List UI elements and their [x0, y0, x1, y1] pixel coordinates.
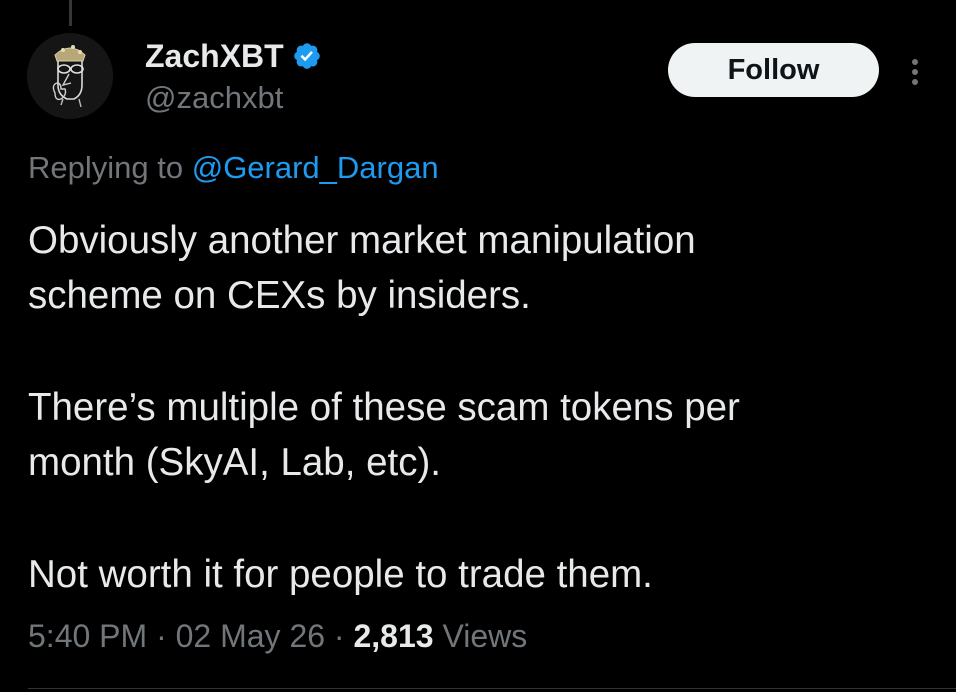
views-count[interactable]: 2,813 — [353, 618, 433, 654]
tweet-paragraph: There’s multiple of these scam tokens pe… — [28, 386, 740, 484]
tweet-body: Obviously another market manipulation sc… — [28, 213, 928, 602]
avatar-illustration — [27, 33, 113, 119]
tweet-date[interactable]: 02 May 26 — [176, 618, 325, 654]
verified-badge-icon[interactable] — [292, 41, 322, 71]
bottom-divider — [28, 688, 956, 689]
tweet-paragraph: Obviously another market manipulation sc… — [28, 219, 696, 317]
tweet-time[interactable]: 5:40 PM — [28, 618, 147, 654]
replying-to-line: Replying to @Gerard_Dargan — [28, 150, 439, 186]
replying-to-prefix: Replying to — [28, 150, 192, 185]
meta-separator: · — [325, 618, 354, 654]
author-display-name[interactable]: ZachXBT — [145, 38, 284, 75]
author-avatar[interactable] — [27, 33, 113, 119]
follow-button[interactable]: Follow — [668, 43, 879, 97]
tweet-paragraph: Not worth it for people to trade them. — [28, 553, 653, 596]
thread-connector-line — [69, 0, 72, 26]
meta-separator: · — [147, 618, 176, 654]
more-options-button[interactable] — [900, 52, 930, 92]
more-vertical-icon — [912, 59, 918, 85]
views-label: Views — [433, 618, 528, 654]
tweet-metadata: 5:40 PM · 02 May 26 · 2,813 Views — [28, 618, 527, 655]
author-name-row: ZachXBT — [145, 36, 322, 76]
author-handle[interactable]: @zachxbt — [145, 80, 283, 116]
reply-target-link[interactable]: @Gerard_Dargan — [192, 150, 439, 185]
